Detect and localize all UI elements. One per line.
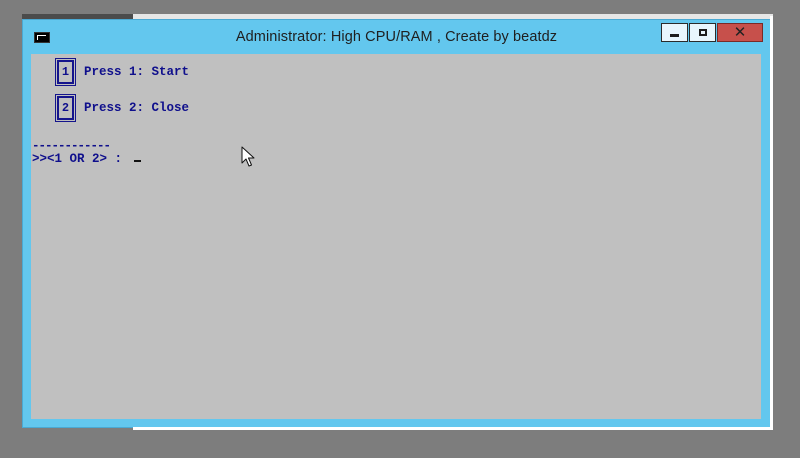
divider-line: ------------ (32, 141, 111, 149)
minimize-icon (670, 33, 679, 37)
desktop: Administrator: High CPU/RAM , Create by … (0, 0, 800, 458)
mouse-pointer-icon (241, 146, 255, 167)
menu-option-label: Press 2: Close (84, 101, 190, 115)
console-window: Administrator: High CPU/RAM , Create by … (22, 19, 771, 428)
close-icon: ✕ (733, 23, 747, 41)
menu-option-start[interactable]: 1 Press 1: Start (55, 58, 190, 86)
maximize-button[interactable] (689, 23, 716, 42)
input-prompt-row: >><1 OR 2> : (32, 151, 170, 167)
window-title: Administrator: High CPU/RAM , Create by … (235, 29, 558, 45)
menu-option-label: Press 1: Start (84, 65, 190, 79)
window-border-right (770, 16, 773, 430)
minimize-button[interactable] (661, 23, 688, 42)
console-area[interactable]: 1 Press 1: Start 2 Press 2: Close ------… (31, 54, 761, 419)
text-caret (133, 160, 141, 162)
menu-option-close[interactable]: 2 Press 2: Close (55, 94, 190, 122)
key-badge-2[interactable]: 2 (55, 94, 76, 122)
title-bar[interactable]: Administrator: High CPU/RAM , Create by … (23, 20, 770, 54)
close-button[interactable]: ✕ (717, 23, 763, 42)
command-input[interactable] (130, 151, 170, 167)
maximize-icon (698, 29, 707, 36)
key-badge-1[interactable]: 1 (55, 58, 76, 86)
prompt-text: >><1 OR 2> : (32, 152, 130, 166)
window-border-bottom (133, 427, 773, 430)
